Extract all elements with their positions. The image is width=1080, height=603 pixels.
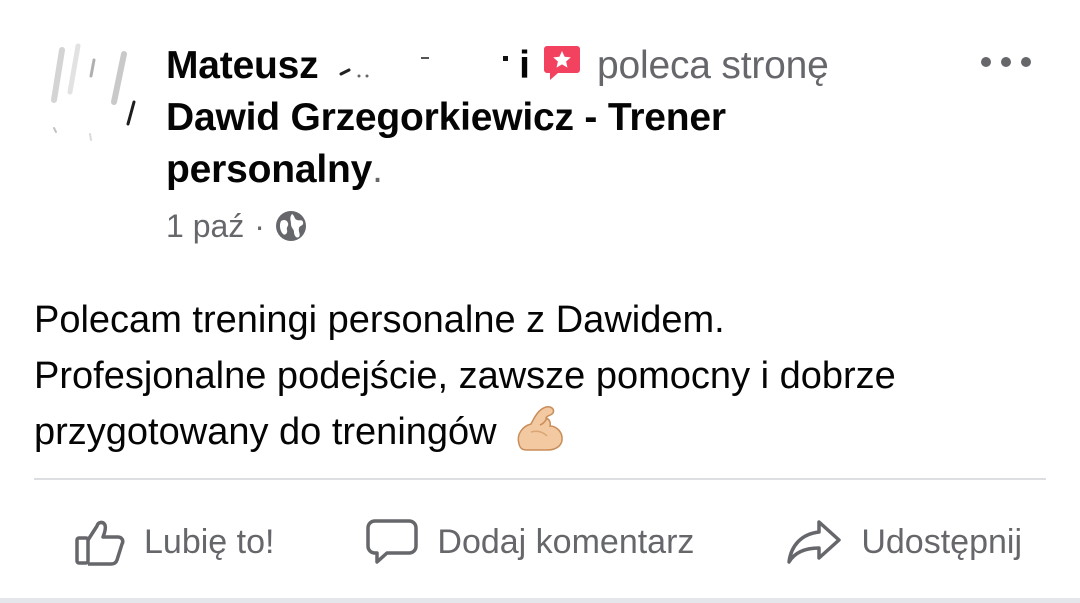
- like-label: Lubię to!: [144, 522, 275, 561]
- comment-label: Dodaj komentarz: [437, 522, 695, 561]
- flexed-biceps-emoji-icon: [517, 406, 563, 451]
- avatar[interactable]: [44, 40, 144, 150]
- post-meta: 1 paź ·: [166, 202, 307, 250]
- thumbs-up-icon: [75, 520, 125, 566]
- share-button[interactable]: Udostępnij: [785, 518, 1022, 566]
- post-body: Polecam treningi personalne z Dawidem. P…: [34, 292, 1044, 460]
- post-card: Mateusz i poleca stronę Dawid Grzegorkie…: [0, 0, 1080, 603]
- post-header: Mateusz i poleca stronę Dawid Grzegorkie…: [166, 40, 936, 196]
- globe-icon[interactable]: [275, 210, 307, 242]
- recommendation-icon: [544, 46, 581, 80]
- page-name-link[interactable]: Dawid Grzegorkiewicz - Trener personalny: [166, 96, 726, 191]
- post-body-line-1: Polecam treningi personalne z Dawidem.: [34, 299, 725, 341]
- comment-button[interactable]: Dodaj komentarz: [365, 518, 694, 566]
- page-name-period: .: [372, 148, 383, 191]
- comment-bubble-icon: [366, 519, 419, 564]
- post-actions-bar: Lubię to! Dodaj komentarz Udostępnij: [34, 500, 1046, 584]
- share-label: Udostępnij: [861, 522, 1022, 561]
- post-body-line-3: przygotowany do treningów: [34, 411, 497, 453]
- recommends-text: poleca stronę: [597, 44, 829, 87]
- feed-separator: [0, 598, 1080, 603]
- share-arrow-icon: [787, 520, 842, 564]
- meta-separator: ·: [254, 208, 265, 244]
- more-options-icon[interactable]: [976, 52, 1036, 72]
- like-button[interactable]: Lubię to!: [74, 518, 274, 566]
- author-name-suffix[interactable]: i: [519, 44, 530, 87]
- post-date[interactable]: 1 paź: [166, 202, 244, 250]
- redacted-surname: [339, 56, 509, 78]
- actions-divider: [34, 478, 1046, 480]
- post-body-line-2: Profesjonalne podejście, zawsze pomocny …: [34, 355, 896, 397]
- author-name[interactable]: Mateusz: [166, 44, 319, 87]
